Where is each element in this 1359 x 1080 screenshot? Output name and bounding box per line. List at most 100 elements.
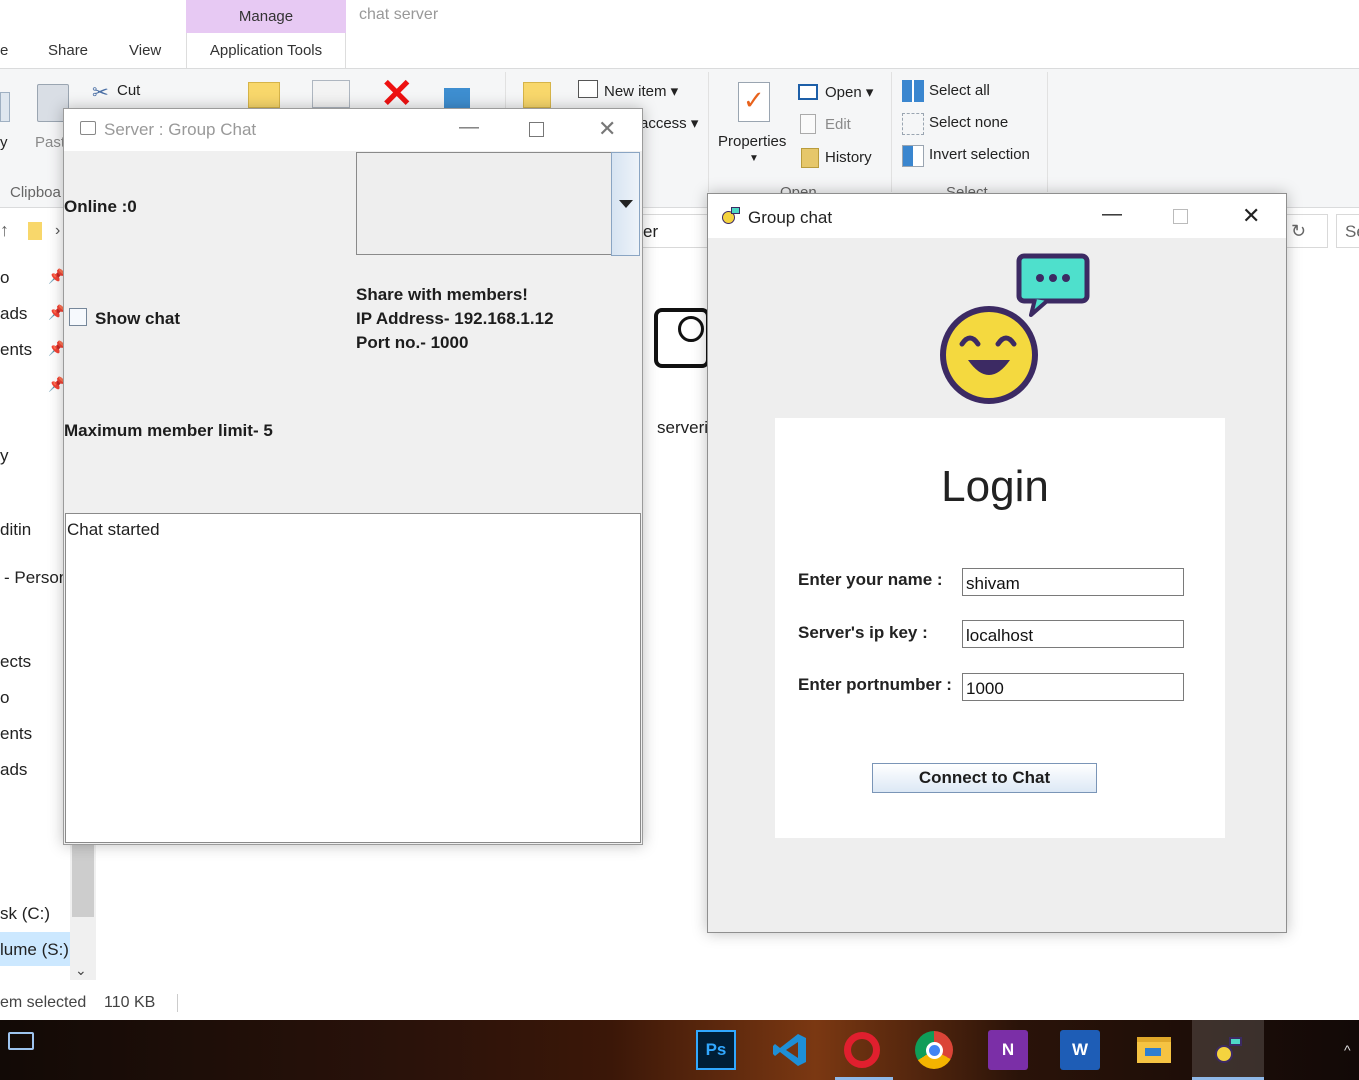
nav-item[interactable]: y — [0, 446, 9, 466]
maximize-icon[interactable] — [529, 122, 544, 137]
file-name-label[interactable]: serveri — [657, 418, 708, 438]
selection-count: em selected — [0, 994, 87, 1011]
checkmark-icon: ✓ — [743, 85, 765, 115]
chevron-up-icon[interactable]: ^ — [1344, 1042, 1351, 1058]
file-explorer-icon[interactable] — [1134, 1030, 1174, 1070]
vscode-icon[interactable] — [770, 1030, 810, 1070]
member-limit-label: Maximum member limit- 5 — [64, 421, 273, 440]
select-none-button[interactable]: Select none — [929, 114, 1008, 131]
server-ip-input[interactable] — [962, 620, 1184, 648]
close-icon[interactable]: ✕ — [1242, 203, 1260, 229]
nav-item-s-drive[interactable]: lume (S:) — [0, 940, 69, 960]
rename-icon[interactable] — [444, 88, 470, 108]
port-label: Port no.- 1000 — [356, 333, 469, 352]
dropdown-arrow-button[interactable] — [611, 152, 640, 256]
select-all-button[interactable]: Select all — [929, 82, 990, 99]
port-number-input[interactable] — [962, 673, 1184, 701]
address-bar[interactable]: er — [640, 214, 710, 248]
share-heading: Share with members! — [356, 285, 528, 304]
search-input[interactable]: Se — [1336, 214, 1359, 248]
nav-item[interactable]: ads — [0, 760, 27, 780]
select-all-icon — [902, 80, 924, 102]
paste-button[interactable]: Past — [35, 134, 65, 151]
show-desktop-icon[interactable] — [8, 1032, 34, 1050]
up-arrow-icon[interactable]: ↑ — [0, 220, 9, 241]
nav-item[interactable]: ents — [0, 340, 32, 360]
tab-share[interactable]: Share — [48, 42, 88, 59]
explorer-window-title: chat server — [359, 6, 439, 23]
group-chat-icon[interactable] — [1208, 1030, 1248, 1070]
minimize-icon[interactable]: — — [1102, 203, 1122, 226]
ip-address-label: IP Address- 192.168.1.12 — [356, 309, 554, 328]
scroll-down-icon[interactable]: ⌄ — [75, 962, 87, 979]
server-ip-label: Server's ip key : — [798, 623, 928, 642]
members-dropdown[interactable] — [356, 152, 612, 255]
port-number-label: Enter portnumber : — [798, 675, 952, 694]
move-to-icon[interactable] — [248, 82, 280, 108]
nav-item[interactable]: o — [0, 268, 9, 288]
nav-item[interactable]: ditin — [0, 520, 31, 540]
scissors-icon: ✂ — [92, 82, 109, 104]
copy-button[interactable]: y — [0, 134, 8, 151]
status-divider — [177, 994, 178, 1012]
chat-bubble-icon — [678, 316, 704, 342]
server-window-title: Server : Group Chat — [104, 120, 257, 139]
server-file-icon[interactable] — [650, 298, 710, 378]
status-bar: em selected 110 KB — [0, 988, 1359, 1020]
tab-application-tools[interactable]: Application Tools — [186, 33, 346, 69]
login-panel: Login Enter your name : Server's ip key … — [775, 418, 1225, 838]
easy-access-button[interactable]: access ▾ — [640, 114, 698, 132]
login-titlebar[interactable]: Group chat — ✕ — [708, 194, 1286, 238]
show-chat-label[interactable]: Show chat — [95, 309, 180, 329]
edit-icon — [800, 114, 816, 134]
chrome-icon[interactable] — [914, 1030, 954, 1070]
opera-icon[interactable] — [842, 1030, 882, 1070]
nav-item[interactable]: o — [0, 688, 9, 708]
ribbon-separator — [1047, 72, 1048, 192]
close-icon[interactable]: ✕ — [598, 116, 616, 142]
history-icon — [801, 148, 819, 168]
properties-button[interactable]: Properties — [718, 133, 786, 150]
server-titlebar[interactable]: Server : Group Chat — ✕ — [64, 109, 642, 151]
show-chat-checkbox[interactable] — [69, 308, 87, 326]
minimize-icon[interactable]: — — [459, 116, 479, 139]
nav-scrollbar-thumb[interactable] — [72, 845, 94, 917]
login-window: Group chat — ✕ Login Enter your name : S… — [707, 193, 1287, 933]
new-item-icon — [578, 80, 598, 98]
refresh-icon[interactable]: ↻ — [1286, 214, 1328, 248]
select-none-icon — [902, 113, 924, 135]
chat-log-area[interactable]: Chat started — [65, 513, 641, 843]
copy-to-icon[interactable] — [312, 80, 350, 108]
edit-button[interactable]: Edit — [825, 116, 851, 133]
new-item-button[interactable]: New item ▾ — [604, 82, 678, 100]
tab-file[interactable]: e — [0, 42, 8, 59]
nav-item-c-drive[interactable]: sk (C:) — [0, 904, 50, 924]
nav-item[interactable]: ents — [0, 724, 32, 744]
name-input[interactable] — [962, 568, 1184, 596]
nav-item[interactable]: ects — [0, 652, 31, 672]
clipboard-group-label: Clipboa — [10, 184, 61, 201]
open-button[interactable]: Open ▾ — [825, 83, 873, 101]
cut-button[interactable]: Cut — [117, 82, 140, 99]
history-button[interactable]: History — [825, 149, 872, 166]
onenote-icon[interactable]: N — [988, 1030, 1028, 1070]
group-chat-app-icon — [722, 207, 740, 225]
manage-context-tab[interactable]: Manage — [186, 0, 346, 33]
invert-selection-button[interactable]: Invert selection — [929, 146, 1030, 163]
nav-item[interactable]: - Person — [4, 568, 68, 588]
new-folder-icon[interactable] — [523, 82, 551, 108]
connect-button[interactable]: Connect to Chat — [872, 763, 1097, 793]
chevron-down-icon — [618, 200, 633, 208]
nav-item[interactable]: ads — [0, 304, 27, 324]
online-count: Online :0 — [64, 197, 137, 216]
tab-view[interactable]: View — [129, 42, 161, 59]
word-icon[interactable]: W — [1060, 1030, 1100, 1070]
login-window-title: Group chat — [748, 208, 833, 227]
maximize-icon[interactable] — [1173, 209, 1188, 224]
ribbon-separator — [891, 72, 892, 192]
login-heading: Login — [941, 462, 1049, 511]
properties-icon: ✓ — [738, 82, 770, 122]
chevron-down-icon: ▼ — [749, 153, 759, 164]
folder-icon — [28, 222, 42, 240]
photoshop-icon[interactable]: Ps — [696, 1030, 736, 1070]
